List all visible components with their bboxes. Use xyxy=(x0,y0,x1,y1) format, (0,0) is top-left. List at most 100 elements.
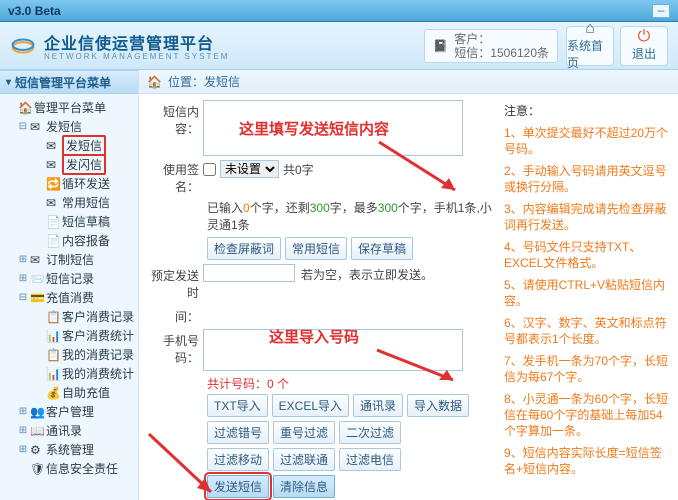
nav-item[interactable]: ⊟✉发短信 xyxy=(4,117,136,136)
import-excel-button[interactable]: EXCEL导入 xyxy=(272,394,349,417)
nav-icon: ✉ xyxy=(30,120,44,134)
nav-label: 客户消费记录 xyxy=(62,308,134,325)
sidebar-header: ▾短信管理平台菜单 xyxy=(0,70,138,94)
nav-item[interactable]: 📋我的消费记录 xyxy=(4,345,136,364)
nav-item[interactable]: 📄短信草稿 xyxy=(4,212,136,231)
content-label: 短信内容： xyxy=(147,100,203,137)
home-icon: ⌂ xyxy=(585,21,595,37)
nav-item[interactable]: ⊞📖通讯录 xyxy=(4,421,136,440)
nav-icon: 🔁 xyxy=(46,177,60,191)
save-draft-button[interactable]: 保存草稿 xyxy=(351,237,413,260)
sms-content-input[interactable] xyxy=(203,100,463,156)
nav-item[interactable]: 📋客户消费记录 xyxy=(4,307,136,326)
nav-item[interactable]: ✉常用短信 xyxy=(4,193,136,212)
tree-toggle-icon: ⊟ xyxy=(18,292,28,303)
filter-dup-button[interactable]: 重号过滤 xyxy=(273,421,335,444)
home-button[interactable]: ⌂系统首页 xyxy=(566,26,614,66)
schedule-input[interactable] xyxy=(203,264,295,282)
nav-send-sms[interactable]: ✉发短信 xyxy=(4,136,136,155)
number-count: 共计号码：0 个 xyxy=(147,375,492,392)
nav-item[interactable]: ⊟💳充值消费 xyxy=(4,288,136,307)
nav-tree: 🏠管理平台菜单⊟✉发短信✉发短信✉发闪信🔁循环发送✉常用短信📄短信草稿📄内容报备… xyxy=(0,94,138,482)
nav-send-flash[interactable]: ✉发闪信 xyxy=(4,155,136,174)
contacts-button[interactable]: 通讯录 xyxy=(353,394,403,417)
nav-icon: 📋 xyxy=(46,310,60,324)
filter-error-button[interactable]: 过滤错号 xyxy=(207,421,269,444)
nav-item[interactable]: 📄内容报备 xyxy=(4,231,136,250)
send-sms-button[interactable]: 发送短信 xyxy=(207,475,269,498)
nav-icon: 🛡 xyxy=(30,462,44,476)
filter-twice-button[interactable]: 二次过滤 xyxy=(339,421,401,444)
filter-mobile-button[interactable]: 过滤移动 xyxy=(207,448,269,471)
phone-numbers-input[interactable] xyxy=(203,329,463,371)
note-item: 8、小灵通一条为60个字，长短信在每60个字的基础上每加54个字算加一条。 xyxy=(504,391,670,439)
schedule-tip: 若为空，表示立即发送。 xyxy=(301,264,433,283)
nav-item[interactable]: ⊞⚙系统管理 xyxy=(4,440,136,459)
nav-label: 发短信 xyxy=(46,118,82,135)
common-sms-button[interactable]: 常用短信 xyxy=(285,237,347,260)
nav-label: 常用短信 xyxy=(62,194,110,211)
filter-unicom-button[interactable]: 过滤联通 xyxy=(273,448,335,471)
nav-label: 订制短信 xyxy=(46,251,94,268)
note-item: 9、短信内容实际长度=短信签名+短信内容。 xyxy=(504,445,670,477)
signature-label: 使用签名： xyxy=(147,160,203,195)
header: 企业信使运营管理平台 NETWORK MANAGEMENT SYSTEM 📓 客… xyxy=(0,22,678,70)
signature-checkbox[interactable] xyxy=(203,163,216,176)
nav-icon: ✉ xyxy=(46,196,60,210)
filter-telecom-button[interactable]: 过滤电信 xyxy=(339,448,401,471)
nav-icon: ⚙ xyxy=(30,443,44,457)
minimize-button[interactable]: – xyxy=(652,4,670,18)
check-block-button[interactable]: 检查屏蔽词 xyxy=(207,237,281,260)
app-title: 企业信使运营管理平台 xyxy=(44,30,229,54)
import-data-button[interactable]: 导入数据 xyxy=(407,394,469,417)
nav-label: 发短信 xyxy=(62,135,106,156)
tree-toggle-icon: ⊞ xyxy=(18,444,28,455)
nav-icon: 📄 xyxy=(46,234,60,248)
breadcrumb-label: 位置：发短信 xyxy=(168,73,240,90)
note-item: 6、汉字、数字、英文和标点符号都表示1个长度。 xyxy=(504,315,670,347)
breadcrumb: 🏠 位置：发短信 xyxy=(139,70,678,94)
nav-item[interactable]: 🔁循环发送 xyxy=(4,174,136,193)
chevron-down-icon: ▾ xyxy=(6,77,11,88)
nav-label: 循环发送 xyxy=(62,175,110,192)
nav-label: 充值消费 xyxy=(46,289,94,306)
nav-item[interactable]: 🛡信息安全责任 xyxy=(4,459,136,478)
exit-button[interactable]: ⏻退出 xyxy=(620,26,668,66)
nav-label: 自助充值 xyxy=(62,384,110,401)
nav-icon: ✉ xyxy=(46,158,60,172)
nav-label: 我的消费记录 xyxy=(62,346,134,363)
titlebar: v3.0 Beta – xyxy=(0,0,678,22)
import-txt-button[interactable]: TXT导入 xyxy=(207,394,268,417)
sms-balance: 短信：1506120条 xyxy=(454,46,549,60)
nav-item[interactable]: ⊞✉订制短信 xyxy=(4,250,136,269)
nav-icon: 📊 xyxy=(46,329,60,343)
nav-icon: 📖 xyxy=(30,424,44,438)
signature-select[interactable]: 未设置 xyxy=(220,160,279,178)
nav-label: 客户消费统计 xyxy=(62,327,134,344)
notes-panel: 注意： 1、单次提交最好不超过20万个号码。2、手动输入号码请用英文逗号或换行分… xyxy=(500,94,678,500)
note-item: 5、请使用CTRL+V粘贴短信内容。 xyxy=(504,277,670,309)
nav-item[interactable]: ⊞📨短信记录 xyxy=(4,269,136,288)
note-item: 2、手动输入号码请用英文逗号或换行分隔。 xyxy=(504,163,670,195)
nav-item[interactable]: ⊞👥客户管理 xyxy=(4,402,136,421)
gap-label: 间： xyxy=(147,305,203,325)
nav-item[interactable]: 🏠管理平台菜单 xyxy=(4,98,136,117)
tree-toggle-icon: ⊞ xyxy=(18,254,28,265)
tree-toggle-icon: ⊞ xyxy=(18,273,28,284)
char-count-tip: 已输入0个字，还剩300字，最多300个字，手机1条,小灵通1条 xyxy=(147,199,492,233)
note-item: 4、号码文件只支持TXT、EXCEL文件格式。 xyxy=(504,239,670,271)
notes-title: 注意： xyxy=(504,102,670,119)
power-icon: ⏻ xyxy=(638,29,651,45)
nav-item[interactable]: 📊我的消费统计 xyxy=(4,364,136,383)
nav-icon: ✉ xyxy=(46,139,60,153)
signature-count: 共0字 xyxy=(283,161,314,178)
nav-icon: 💰 xyxy=(46,386,60,400)
nav-item[interactable]: 📊客户消费统计 xyxy=(4,326,136,345)
sidebar: ▾短信管理平台菜单 🏠管理平台菜单⊟✉发短信✉发短信✉发闪信🔁循环发送✉常用短信… xyxy=(0,70,138,500)
app-logo-icon xyxy=(10,33,36,59)
clear-button[interactable]: 清除信息 xyxy=(273,475,335,498)
nav-label: 客户管理 xyxy=(46,403,94,420)
nav-item[interactable]: 💰自助充值 xyxy=(4,383,136,402)
tree-toggle-icon: ⊟ xyxy=(18,121,28,132)
nav-icon: 💳 xyxy=(30,291,44,305)
